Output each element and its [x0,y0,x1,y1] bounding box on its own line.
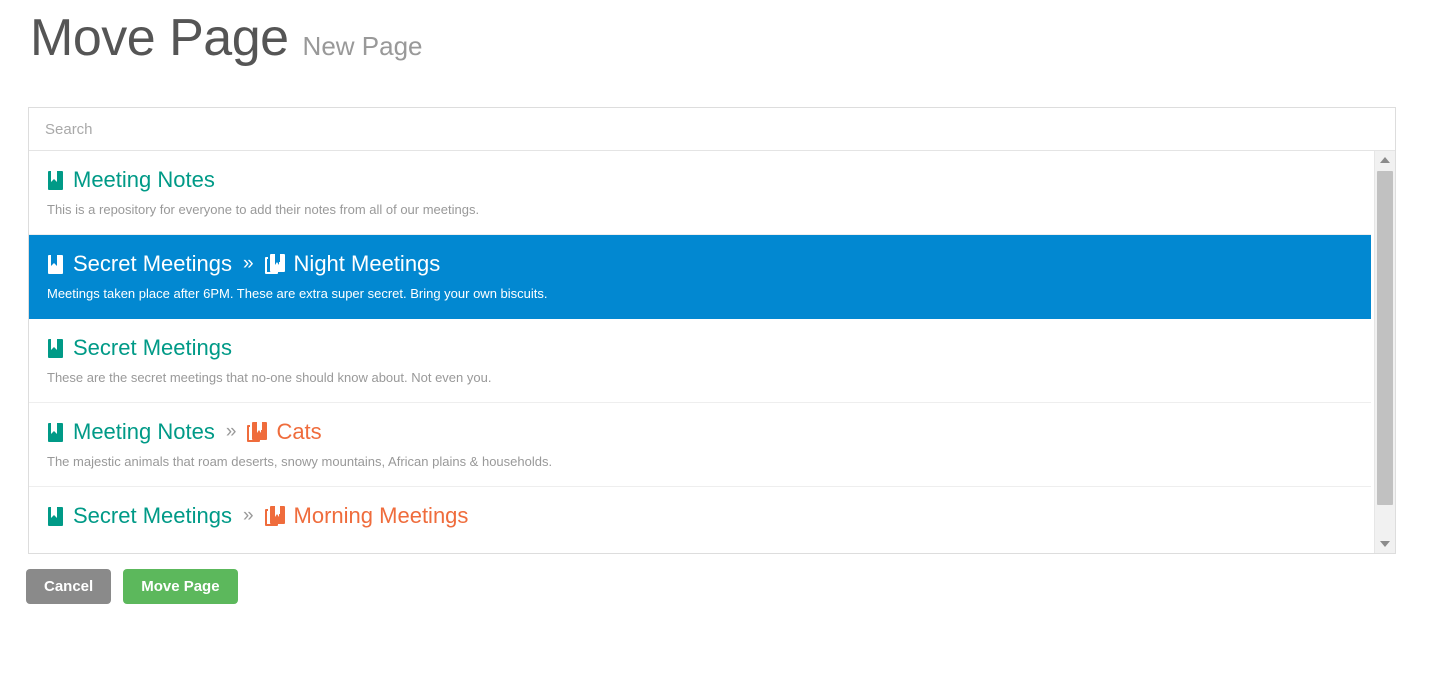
crumb-label: Meeting Notes [73,167,215,192]
result-row[interactable]: Meeting Notes » Cats The majestic animals t… [29,403,1371,487]
breadcrumb-crumb: Meeting Notes [47,419,215,445]
page-title: Move Page [30,9,289,67]
breadcrumb-separator: » [242,253,254,274]
scroll-up-arrow-icon[interactable] [1375,151,1395,169]
cancel-button[interactable]: Cancel [26,569,112,604]
search-row [29,108,1395,151]
page-header: Move Page New Page [30,9,423,67]
chevron-down-glyph [1380,541,1390,547]
crumb-label: Cats [276,419,322,444]
crumb-label: Secret Meetings [73,503,232,528]
results-list[interactable]: Meeting Notes This is a repository for ev… [29,151,1395,553]
book-icon [47,422,64,443]
result-description: The majestic animals that roam deserts, … [47,454,553,469]
chevron-up-glyph [1380,157,1390,163]
result-title: Meeting Notes [47,167,1353,193]
result-row[interactable]: Secret Meetings » Morning Meetings [29,487,1371,545]
crumb-label: Morning Meetings [293,503,469,528]
result-description: Meetings taken place after 6PM. These ar… [47,286,548,301]
move-page-screen: Move Page New Page Meeting Notes This is … [0,0,1452,681]
book-icon [47,338,64,359]
result-description: This is a repository for everyone to add… [47,202,480,217]
result-description: These are the secret meetings that no-on… [47,370,492,385]
action-bar: Cancel Move Page [26,569,238,604]
breadcrumb-crumb: Secret Meetings [47,335,232,361]
scroll-down-arrow-icon[interactable] [1375,535,1395,553]
result-row[interactable]: Secret Meetings » Night Meetings Meetings t… [29,235,1371,319]
breadcrumb-separator: » [242,505,254,526]
crumb-label: Secret Meetings [73,251,232,276]
book-icon [47,506,64,527]
move-page-button[interactable]: Move Page [123,569,238,604]
result-title: Secret Meetings » Night Meetings [47,251,1353,277]
search-input[interactable] [29,108,1395,150]
results-scrollbar[interactable] [1374,151,1395,553]
crumb-label: Secret Meetings [73,335,232,360]
page-icon [264,505,285,527]
breadcrumb-crumb: Morning Meetings [264,503,469,529]
result-title: Meeting Notes » Cats [47,419,1353,445]
results-wrapper: Meeting Notes This is a repository for ev… [29,151,1395,553]
breadcrumb-separator: » [225,421,237,442]
page-icon [247,421,268,443]
entity-selector: Meeting Notes This is a repository for ev… [28,107,1396,554]
book-icon [47,170,64,191]
crumb-label: Meeting Notes [73,419,215,444]
result-row[interactable]: Meeting Notes This is a repository for ev… [29,151,1371,235]
breadcrumb-crumb: Secret Meetings [47,251,232,277]
scrollbar-thumb[interactable] [1377,171,1393,505]
breadcrumb-crumb: Secret Meetings [47,503,232,529]
result-row[interactable]: Secret Meetings These are the secret meet… [29,319,1371,403]
crumb-label: Night Meetings [293,251,441,276]
page-icon [264,253,285,275]
breadcrumb-crumb: Night Meetings [264,251,441,277]
breadcrumb-crumb: Meeting Notes [47,167,215,193]
result-title: Secret Meetings [47,335,1353,361]
result-title: Secret Meetings » Morning Meetings [47,503,1353,529]
breadcrumb-crumb: Cats [247,419,322,445]
page-subtitle: New Page [302,31,423,61]
book-icon [47,254,64,275]
